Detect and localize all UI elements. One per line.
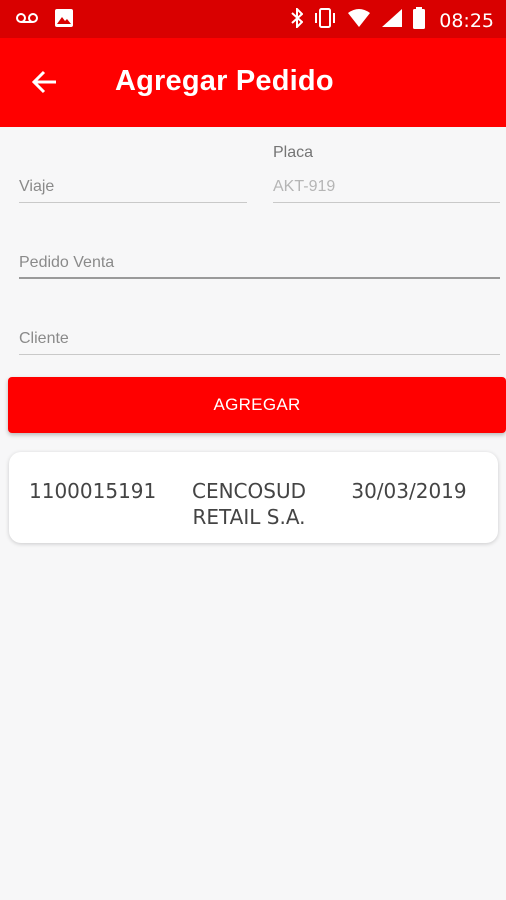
viaje-input[interactable] — [19, 176, 247, 198]
arrow-left-icon — [31, 70, 57, 99]
status-time: 08:25 — [439, 9, 494, 32]
viaje-underline — [19, 202, 247, 203]
voicemail-icon — [16, 11, 38, 30]
pedido-venta-input[interactable] — [19, 252, 500, 274]
app-bar: Agregar Pedido — [0, 38, 506, 127]
cliente-underline — [19, 354, 500, 355]
order-id: 1100015191 — [29, 479, 157, 503]
pedido-venta-underline — [19, 277, 500, 279]
order-client: CENCOSUD RETAIL S.A. — [191, 479, 306, 529]
back-button[interactable] — [22, 62, 66, 106]
order-card[interactable]: 1100015191 CENCOSUD RETAIL S.A. 30/03/20… — [9, 452, 498, 543]
placa-label: Placa — [273, 144, 314, 161]
signal-icon — [381, 8, 403, 33]
order-date: 30/03/2019 — [351, 479, 467, 503]
placa-underline — [273, 202, 500, 203]
battery-icon — [413, 7, 426, 34]
vibrate-icon — [313, 8, 337, 33]
cliente-input[interactable] — [19, 328, 500, 350]
page-title: Agregar Pedido — [115, 65, 334, 97]
placa-input[interactable] — [273, 176, 500, 198]
wifi-icon — [347, 8, 371, 33]
image-icon — [54, 8, 74, 33]
status-bar: 08:25 — [0, 0, 506, 38]
add-button[interactable]: AGREGAR — [8, 377, 506, 433]
bluetooth-icon — [291, 6, 304, 33]
